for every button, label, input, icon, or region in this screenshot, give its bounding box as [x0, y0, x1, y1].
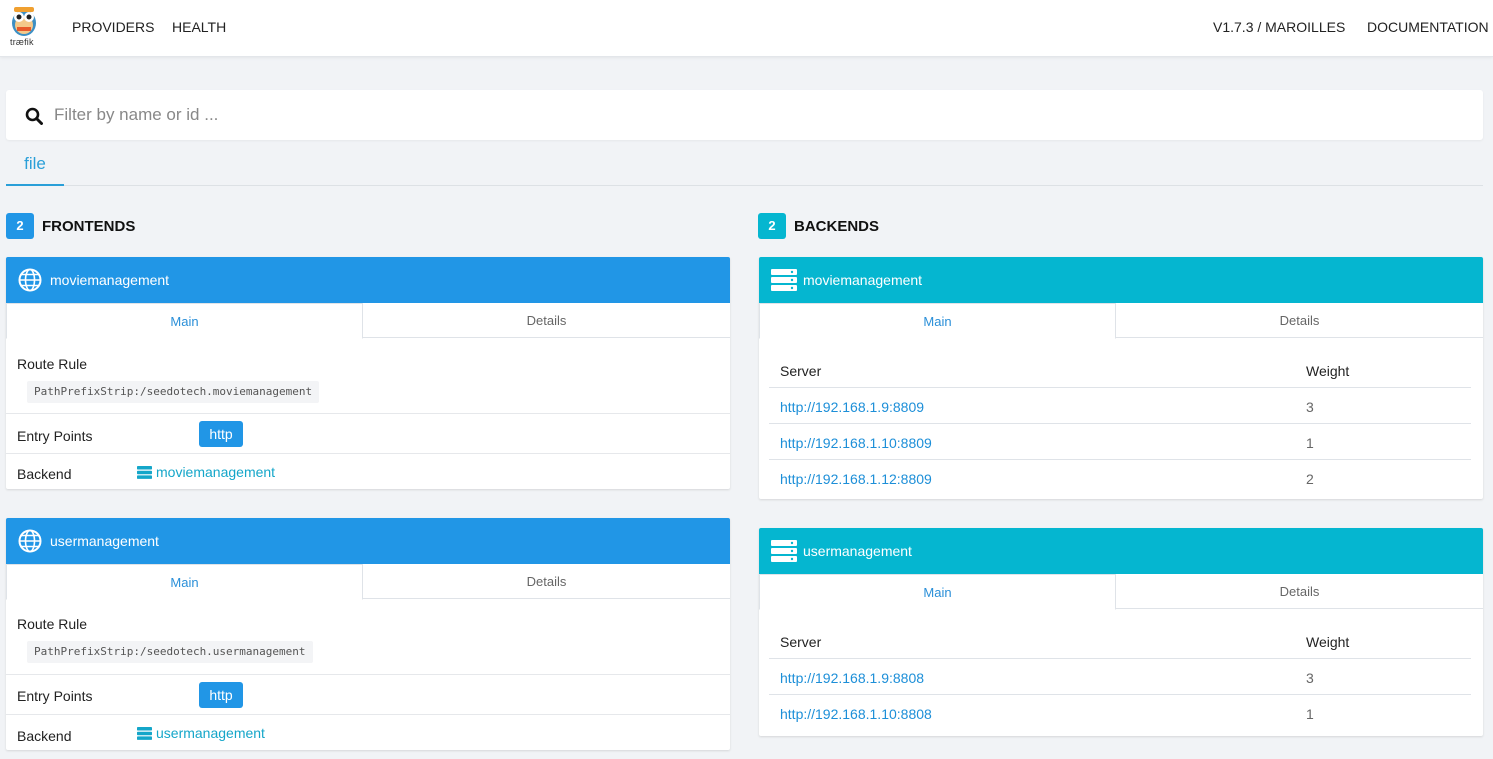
- table-divider: [769, 694, 1471, 695]
- tab-provider-file[interactable]: file: [6, 152, 64, 186]
- globe-icon: [18, 529, 42, 556]
- tab-details[interactable]: Details: [363, 564, 730, 599]
- server-weight: 1: [1306, 435, 1314, 451]
- tab-main[interactable]: Main: [759, 574, 1116, 610]
- server-weight: 3: [1306, 399, 1314, 415]
- table-divider: [769, 387, 1471, 388]
- backends-title: BACKENDS: [794, 217, 880, 235]
- server-weight: 3: [1306, 670, 1314, 686]
- column-header-server: Server: [780, 634, 822, 650]
- column-header-weight: Weight: [1306, 634, 1350, 650]
- frontend-card-header: moviemanagement: [6, 257, 730, 303]
- tab-main[interactable]: Main: [6, 303, 363, 339]
- server-url[interactable]: http://192.168.1.10:8809: [780, 435, 932, 451]
- backend-card-header: usermanagement: [759, 528, 1483, 574]
- route-rule-label: Route Rule: [17, 356, 88, 372]
- tab-details[interactable]: Details: [1116, 303, 1483, 338]
- tab-details[interactable]: Details: [1116, 574, 1483, 609]
- entry-points-label: Entry Points: [17, 688, 93, 704]
- backend-tabs: Main Details: [759, 574, 1483, 610]
- top-navbar: træfik PROVIDERS HEALTH V1.7.3 / MAROILL…: [0, 0, 1493, 57]
- column-header-server: Server: [780, 363, 822, 379]
- row-divider: [6, 674, 730, 675]
- backend-card-moviemanagement: moviemanagement Main Details Server Weig…: [759, 257, 1483, 499]
- entry-point-badge[interactable]: http: [199, 682, 243, 708]
- row-divider: [6, 453, 730, 454]
- backend-label: Backend: [17, 466, 72, 482]
- backend-card-header: moviemanagement: [759, 257, 1483, 303]
- backend-link-text: moviemanagement: [156, 464, 276, 480]
- backend-name: usermanagement: [803, 543, 912, 559]
- table-divider: [769, 658, 1471, 659]
- route-rule-label: Route Rule: [17, 616, 88, 632]
- globe-icon: [18, 268, 42, 295]
- backends-count-badge: 2: [758, 213, 786, 239]
- frontends-count-badge: 2: [6, 213, 34, 239]
- frontend-name: moviemanagement: [50, 272, 170, 288]
- server-stack-icon: [771, 268, 797, 295]
- column-header-weight: Weight: [1306, 363, 1350, 379]
- server-url[interactable]: http://192.168.1.9:8809: [780, 399, 924, 415]
- frontend-name: usermanagement: [50, 533, 159, 549]
- search-icon: [25, 107, 43, 125]
- frontend-tabs: Main Details: [6, 564, 730, 600]
- frontend-tabs: Main Details: [6, 303, 730, 339]
- server-weight: 2: [1306, 471, 1314, 487]
- backend-tabs: Main Details: [759, 303, 1483, 339]
- backend-card-usermanagement: usermanagement Main Details Server Weigh…: [759, 528, 1483, 736]
- search-input[interactable]: [54, 102, 1454, 128]
- row-divider: [6, 714, 730, 715]
- server-stack-icon: [771, 539, 797, 566]
- tab-main[interactable]: Main: [6, 564, 363, 600]
- server-stack-icon: [137, 726, 152, 740]
- frontend-card-usermanagement: usermanagement Main Details Route Rule P…: [6, 518, 730, 750]
- backend-label: Backend: [17, 728, 72, 744]
- search-bar: [6, 90, 1483, 140]
- provider-tabs-divider: [6, 185, 1483, 186]
- route-rule-value: PathPrefixStrip:/seedotech.moviemanageme…: [27, 381, 320, 403]
- row-divider: [6, 413, 730, 414]
- server-stack-icon: [137, 465, 152, 479]
- server-weight: 1: [1306, 706, 1314, 722]
- nav-documentation[interactable]: DOCUMENTATION: [1367, 19, 1489, 35]
- frontends-title: FRONTENDS: [42, 217, 136, 235]
- backend-name: moviemanagement: [803, 272, 923, 288]
- tab-details[interactable]: Details: [363, 303, 730, 338]
- nav-version[interactable]: V1.7.3 / MAROILLES: [1213, 19, 1345, 35]
- server-url[interactable]: http://192.168.1.12:8809: [780, 471, 932, 487]
- backends-heading: 2 BACKENDS: [758, 213, 879, 239]
- nav-health[interactable]: HEALTH: [172, 19, 226, 35]
- route-rule-value: PathPrefixStrip:/seedotech.usermanagemen…: [27, 641, 313, 663]
- server-url[interactable]: http://192.168.1.10:8808: [780, 706, 932, 722]
- backend-link-text: usermanagement: [156, 725, 265, 741]
- nav-providers[interactable]: PROVIDERS: [72, 19, 154, 35]
- traefik-gopher-logo-icon: [12, 7, 36, 36]
- tab-main[interactable]: Main: [759, 303, 1116, 339]
- entry-points-label: Entry Points: [17, 428, 93, 444]
- frontend-card-moviemanagement: moviemanagement Main Details Route Rule …: [6, 257, 730, 489]
- table-divider: [769, 423, 1471, 424]
- server-url[interactable]: http://192.168.1.9:8808: [780, 670, 924, 686]
- backend-link[interactable]: moviemanagement: [137, 464, 275, 480]
- entry-point-badge[interactable]: http: [199, 421, 243, 447]
- logo-text: træfik: [10, 37, 34, 47]
- frontends-heading: 2 FRONTENDS: [6, 213, 135, 239]
- backend-link[interactable]: usermanagement: [137, 725, 265, 741]
- table-divider: [769, 459, 1471, 460]
- frontend-card-header: usermanagement: [6, 518, 730, 564]
